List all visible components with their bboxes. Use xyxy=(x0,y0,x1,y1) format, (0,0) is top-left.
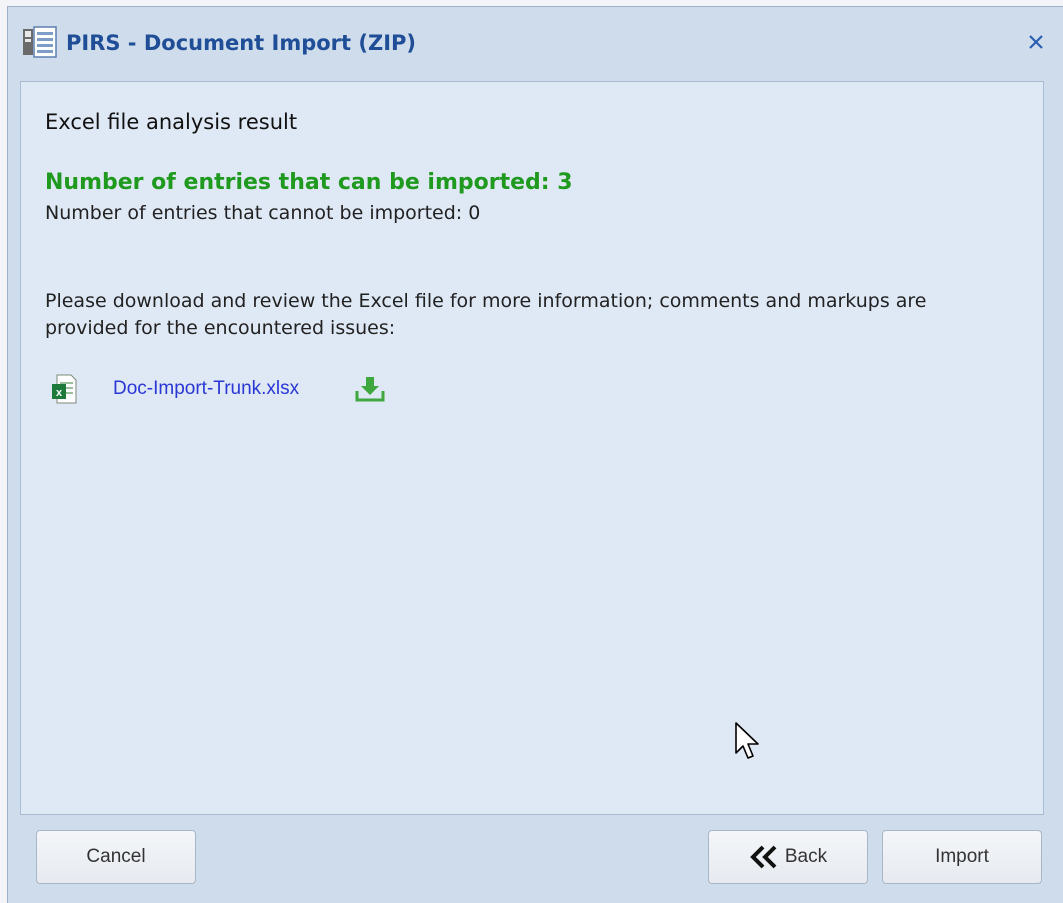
cancel-button[interactable]: Cancel xyxy=(36,830,196,884)
analysis-heading: Excel file analysis result xyxy=(45,110,298,134)
analysis-result-panel: Excel file analysis result Number of ent… xyxy=(20,81,1044,815)
cancel-button-label: Cancel xyxy=(86,846,146,867)
download-icon[interactable] xyxy=(355,375,385,403)
document-import-icon xyxy=(23,26,57,58)
review-instructions: Please download and review the Excel fil… xyxy=(45,290,927,339)
dialog-titlebar[interactable]: PIRS - Document Import (ZIP) xyxy=(8,7,1063,79)
excel-file-icon: x xyxy=(52,374,77,404)
excel-file-link[interactable]: Doc-Import-Trunk.xlsx xyxy=(113,378,299,400)
svg-text:x: x xyxy=(56,387,63,399)
mouse-cursor-icon xyxy=(735,722,759,759)
dialog-title: PIRS - Document Import (ZIP) xyxy=(66,31,417,55)
back-button-label: Back xyxy=(784,846,828,867)
not-importable-count: Number of entries that cannot be importe… xyxy=(45,202,481,224)
back-button[interactable]: Back xyxy=(708,830,868,884)
import-button-label: Import xyxy=(935,846,989,867)
import-dialog: PIRS - Document Import (ZIP) Excel file … xyxy=(7,6,1063,903)
close-icon[interactable] xyxy=(1023,29,1049,55)
double-chevron-left-icon xyxy=(750,845,777,869)
importable-count: Number of entries that can be imported: … xyxy=(45,170,573,195)
import-button[interactable]: Import xyxy=(882,830,1042,884)
